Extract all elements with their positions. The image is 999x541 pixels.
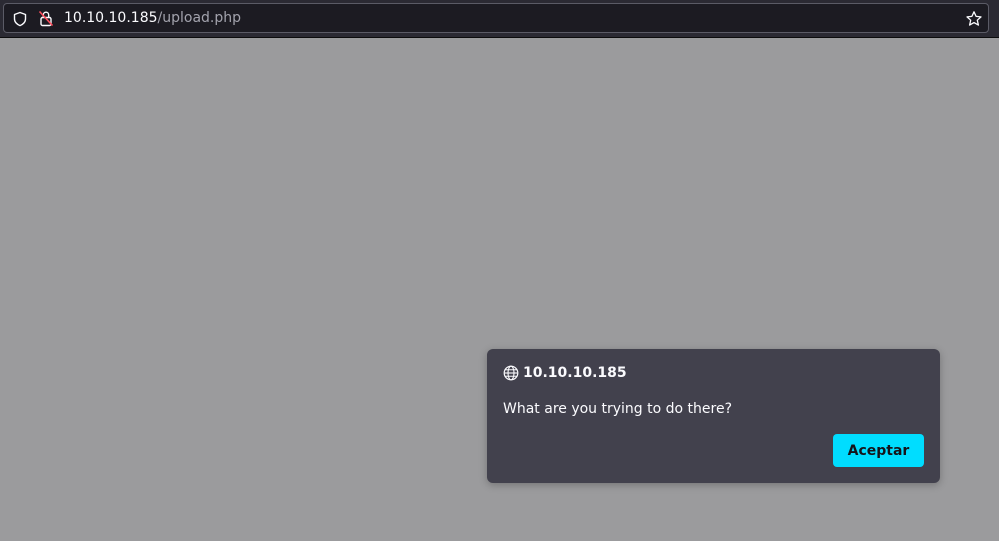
dialog-message: What are you trying to do there? [503,401,733,417]
browser-toolbar: 10.10.10.185/upload.php [0,0,999,38]
globe-icon [503,365,519,381]
url-path: /upload.php [157,10,242,26]
star-icon[interactable] [965,10,983,28]
shield-icon[interactable] [12,11,28,27]
url-host: 10.10.10.185 [64,10,158,26]
address-bar[interactable]: 10.10.10.185/upload.php [3,3,989,33]
url-text[interactable]: 10.10.10.185/upload.php [64,10,241,27]
accept-button[interactable]: Aceptar [833,434,924,467]
alert-dialog: 10.10.10.185 What are you trying to do t… [487,349,940,483]
insecure-lock-icon[interactable] [38,10,54,27]
dialog-origin-title: 10.10.10.185 [523,365,627,381]
